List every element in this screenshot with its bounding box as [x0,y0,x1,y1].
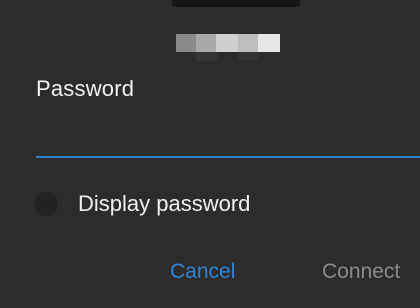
password-input[interactable] [36,114,420,158]
checkbox-unchecked-icon[interactable] [34,192,58,216]
connect-button[interactable]: Connect [322,256,400,288]
network-name-redacted [176,34,280,70]
wifi-password-dialog: Password Display password Cancel Connect [0,0,420,308]
cancel-button[interactable]: Cancel [170,256,235,288]
password-label: Password [36,76,135,101]
status-bar-notch [172,0,300,7]
show-password-option[interactable]: Display password [34,188,250,220]
show-password-label: Display password [78,191,251,216]
